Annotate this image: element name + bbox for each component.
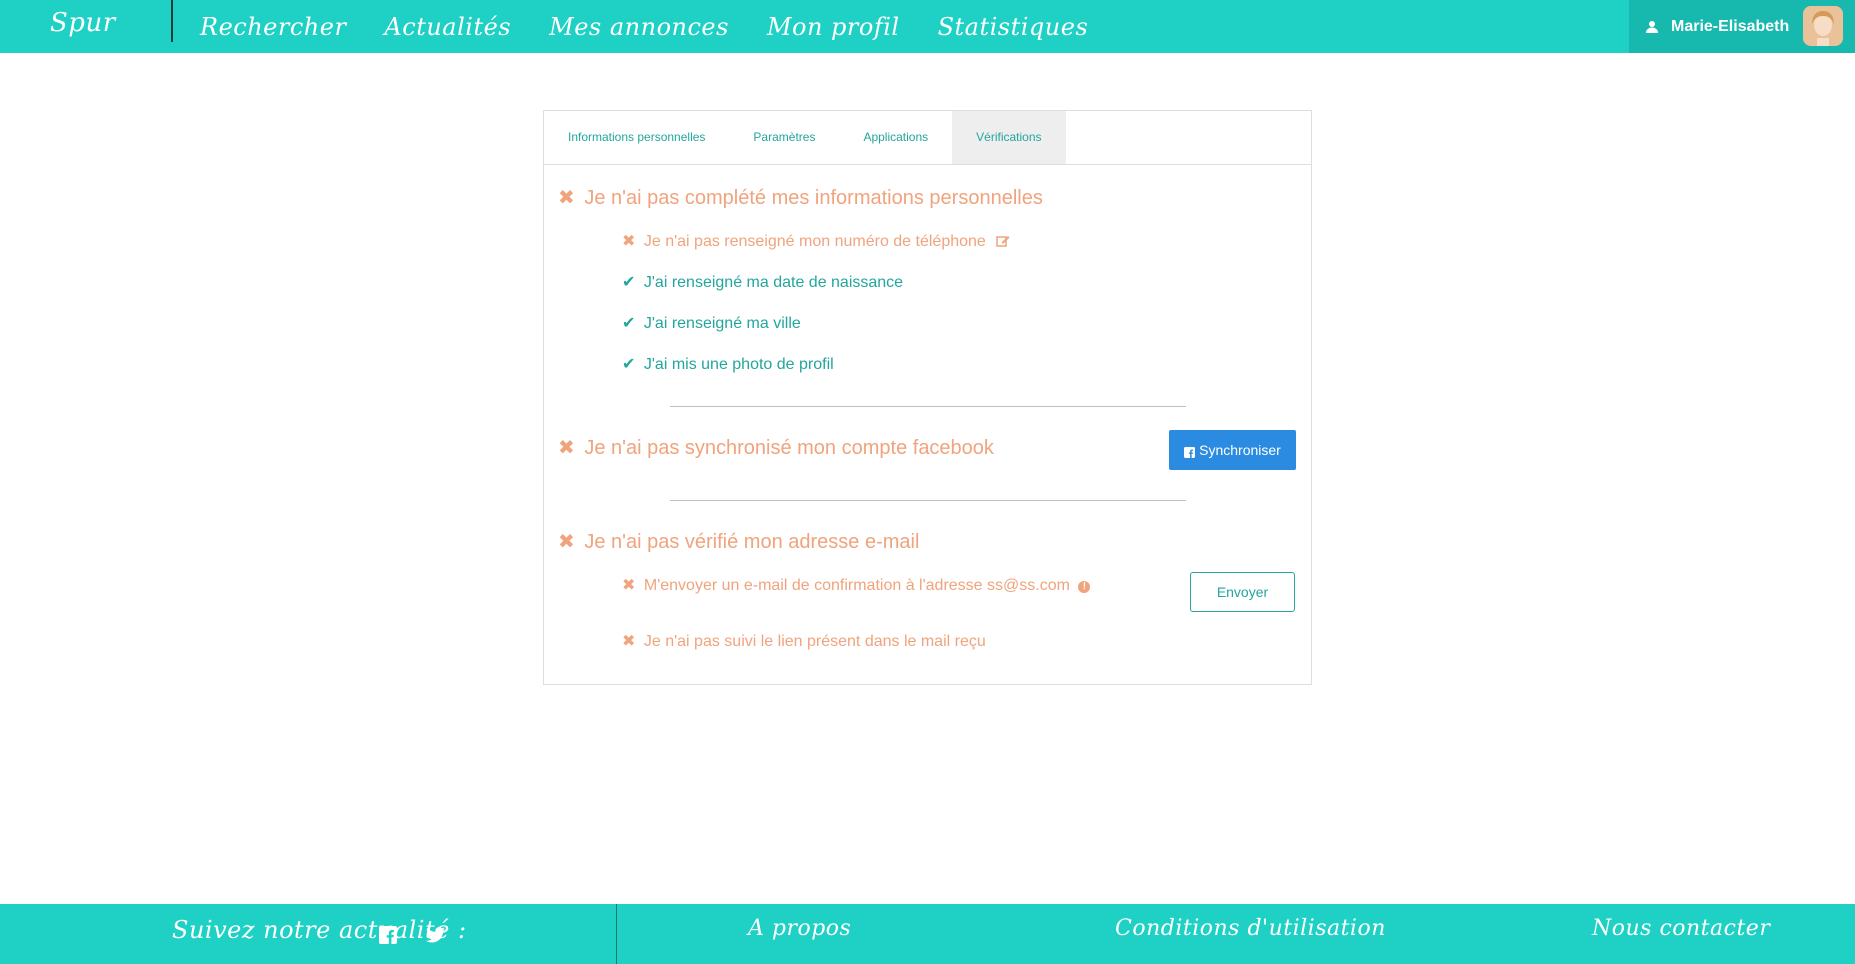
tab-parametres[interactable]: Paramètres: [729, 111, 839, 164]
facebook-icon: [1184, 445, 1196, 458]
list-item-photo: ✔ J'ai mis une photo de profil: [622, 354, 834, 374]
user-name[interactable]: Marie-Elisabeth: [1671, 18, 1789, 36]
footer: Suivez notre actualité : A propos Condit…: [0, 904, 1855, 964]
item-link-text: Je n'ai pas suivi le lien présent dans l…: [643, 633, 986, 650]
list-item-send-email: ✖ M'envoyer un e-mail de confirmation à …: [622, 575, 1091, 595]
section-personal-title: ✖ Je n'ai pas complété mes informations …: [558, 185, 1043, 210]
footer-divider: [616, 904, 617, 964]
edit-icon[interactable]: [996, 234, 1010, 253]
tab-verifications[interactable]: Vérifications: [952, 111, 1066, 164]
cross-icon: ✖: [558, 531, 575, 553]
send-email-button[interactable]: Envoyer: [1190, 572, 1295, 612]
item-send-email-text: M'envoyer un e-mail de confirmation à l'…: [643, 577, 1070, 594]
main-nav: Rechercher Actualités Mes annonces Mon p…: [200, 0, 1088, 53]
item-photo-text: J'ai mis une photo de profil: [643, 356, 834, 373]
profile-tabs: Informations personnelles Paramètres App…: [544, 111, 1311, 165]
footer-follow-label: Suivez notre actualité :: [172, 916, 467, 944]
section-divider: [670, 500, 1186, 501]
synchronize-button[interactable]: Synchroniser: [1169, 430, 1296, 470]
item-phone-text: Je n'ai pas renseigné mon numéro de télé…: [643, 233, 986, 250]
nav-statistiques[interactable]: Statistiques: [938, 13, 1089, 41]
brand-logo[interactable]: Spur: [50, 8, 116, 38]
cross-icon: ✖: [622, 577, 636, 594]
check-icon: ✔: [622, 356, 636, 373]
brand-divider: [171, 0, 173, 42]
list-item-phone: ✖ Je n'ai pas renseigné mon numéro de té…: [622, 231, 1010, 253]
list-item-city: ✔ J'ai renseigné ma ville: [622, 313, 801, 333]
cross-icon: ✖: [622, 633, 636, 650]
top-navbar: Spur Rechercher Actualités Mes annonces …: [0, 0, 1855, 53]
footer-link-about[interactable]: A propos: [748, 916, 851, 941]
nav-actualites[interactable]: Actualités: [384, 13, 511, 41]
tab-applications[interactable]: Applications: [839, 111, 952, 164]
twitter-icon[interactable]: [426, 926, 445, 944]
footer-link-contact[interactable]: Nous contacter: [1592, 916, 1770, 941]
footer-link-terms[interactable]: Conditions d'utilisation: [1115, 916, 1386, 941]
section-personal-text: Je n'ai pas complété mes informations pe…: [584, 187, 1043, 209]
info-icon[interactable]: !: [1078, 581, 1091, 593]
synchronize-label: Synchroniser: [1199, 442, 1281, 458]
section-divider: [670, 406, 1186, 407]
cross-icon: ✖: [558, 437, 575, 459]
item-city-text: J'ai renseigné ma ville: [643, 315, 801, 332]
list-item-link: ✖ Je n'ai pas suivi le lien présent dans…: [622, 631, 986, 651]
nav-mon-profil[interactable]: Mon profil: [767, 13, 900, 41]
cross-icon: ✖: [558, 187, 575, 209]
user-icon: [1645, 20, 1659, 34]
facebook-icon[interactable]: [379, 926, 397, 944]
avatar[interactable]: [1803, 6, 1843, 46]
section-facebook-title: ✖ Je n'ai pas synchronisé mon compte fac…: [558, 435, 994, 460]
tab-informations-personnelles[interactable]: Informations personnelles: [544, 111, 729, 164]
item-birthdate-text: J'ai renseigné ma date de naissance: [643, 274, 904, 291]
check-icon: ✔: [622, 315, 636, 332]
section-email-text: Je n'ai pas vérifié mon adresse e-mail: [584, 531, 920, 553]
section-facebook-text: Je n'ai pas synchronisé mon compte faceb…: [584, 437, 994, 459]
user-menu[interactable]: Marie-Elisabeth: [1629, 0, 1855, 53]
section-email-title: ✖ Je n'ai pas vérifié mon adresse e-mail: [558, 529, 919, 554]
verification-card: Informations personnelles Paramètres App…: [543, 110, 1312, 685]
nav-rechercher[interactable]: Rechercher: [200, 13, 346, 41]
nav-mes-annonces[interactable]: Mes annonces: [549, 13, 729, 41]
cross-icon: ✖: [622, 233, 636, 250]
list-item-birthdate: ✔ J'ai renseigné ma date de naissance: [622, 272, 903, 292]
check-icon: ✔: [622, 274, 636, 291]
